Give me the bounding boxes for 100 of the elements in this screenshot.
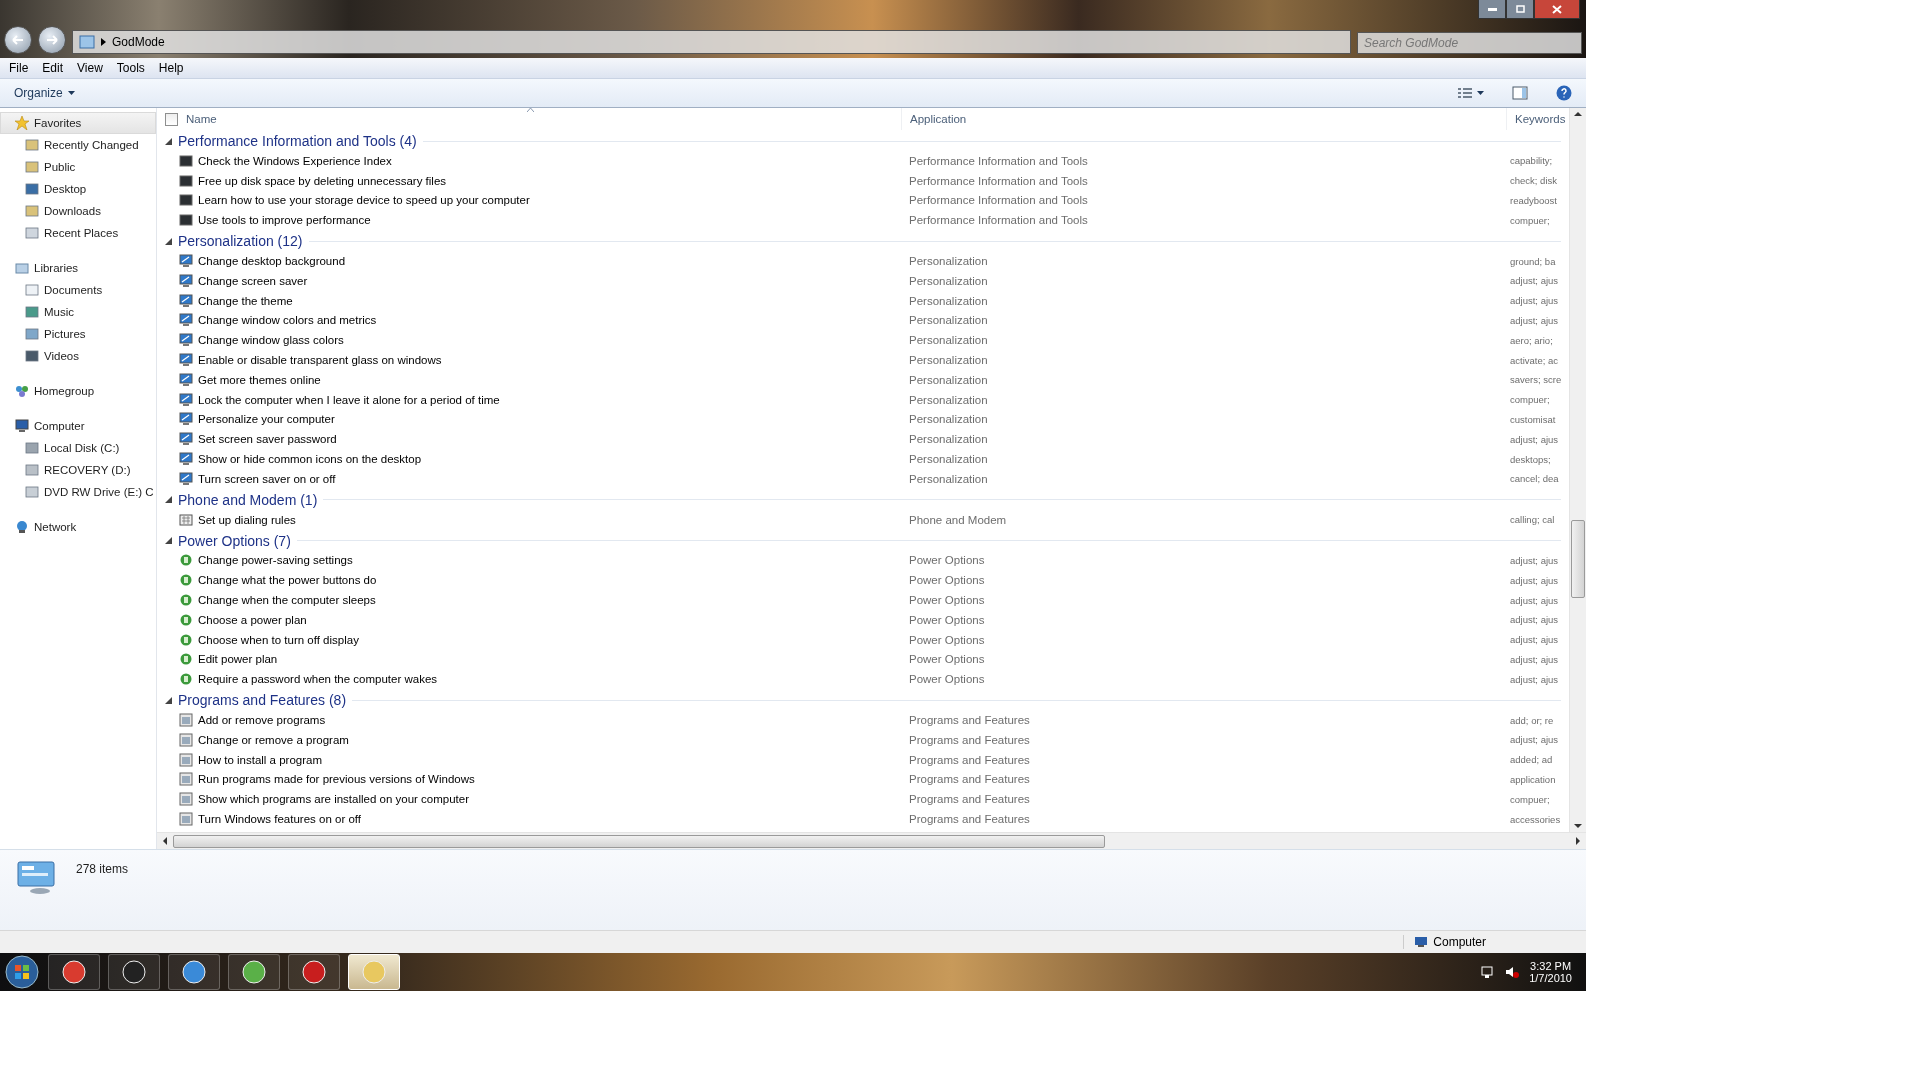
group-header[interactable]: Programs and Features (8) xyxy=(178,692,347,709)
monitor-icon xyxy=(179,392,193,407)
item-name[interactable]: Edit power plan xyxy=(198,653,278,666)
item-name[interactable]: Get more themes online xyxy=(198,373,321,386)
taskbar-button[interactable] xyxy=(288,954,340,990)
homegroup-icon xyxy=(15,384,29,398)
item-name[interactable]: Set screen saver password xyxy=(198,433,337,446)
application-cell-text: Power Options xyxy=(908,633,986,646)
keywords-cell-text: savers; scre xyxy=(1509,374,1563,386)
keywords-cell-text: activate; ac xyxy=(1509,354,1560,366)
group-header[interactable]: Power Options (7) xyxy=(178,532,291,549)
select-all-checkbox[interactable] xyxy=(165,112,178,126)
minimize-button[interactable] xyxy=(1478,0,1506,19)
group-header[interactable]: Performance Information and Tools (4) xyxy=(178,133,417,149)
application-cell-text: Personalization xyxy=(908,255,989,268)
sidebar-item[interactable]: Libraries xyxy=(0,257,156,279)
item-name[interactable]: Set up dialing rules xyxy=(198,513,296,526)
folder-icon xyxy=(25,204,39,218)
item-name[interactable]: Run programs made for previous versions of Windows xyxy=(198,773,475,786)
maximize-button[interactable] xyxy=(1506,0,1534,19)
taskbar-button[interactable] xyxy=(228,954,280,990)
sidebar-item[interactable]: Pictures xyxy=(0,323,156,345)
start-button[interactable] xyxy=(4,954,40,990)
speaker-icon[interactable] xyxy=(1505,965,1520,979)
phone-icon xyxy=(179,512,193,527)
item-name[interactable]: Change power-saving settings xyxy=(198,554,353,567)
scroll-thumb[interactable] xyxy=(1571,520,1585,598)
vertical-scrollbar[interactable] xyxy=(1569,108,1586,832)
item-name[interactable]: Choose when to turn off display xyxy=(198,633,359,646)
sidebar-item[interactable]: RECOVERY (D:) xyxy=(0,459,156,481)
collapse-icon[interactable] xyxy=(165,496,172,504)
search-field[interactable]: Search GodMode xyxy=(1357,32,1582,54)
taskbar-button[interactable] xyxy=(48,954,100,990)
item-name[interactable]: Change window colors and metrics xyxy=(198,314,377,327)
sidebar-item[interactable]: Local Disk (C:) xyxy=(0,437,156,459)
taskbar-button[interactable] xyxy=(168,954,220,990)
menu-item[interactable]: Tools xyxy=(109,61,152,75)
sidebar-item[interactable]: Desktop xyxy=(0,178,156,200)
item-name[interactable]: Check the Windows Experience Index xyxy=(198,154,392,167)
item-name[interactable]: Change what the power buttons do xyxy=(198,574,377,587)
back-button[interactable] xyxy=(4,26,32,54)
menu-item[interactable]: File xyxy=(2,61,36,75)
column-header[interactable]: Keywords xyxy=(1515,113,1566,125)
forward-button[interactable] xyxy=(38,26,66,54)
item-name[interactable]: Use tools to improve performance xyxy=(198,214,371,227)
sidebar-item[interactable]: Network xyxy=(0,516,156,538)
item-name[interactable]: Show or hide common icons on the desktop xyxy=(198,453,422,466)
scroll-thumb[interactable] xyxy=(173,834,1105,848)
item-name[interactable]: Free up disk space by deleting unnecessary files xyxy=(198,174,447,187)
item-name[interactable]: Add or remove programs xyxy=(198,714,326,726)
sidebar-item[interactable]: Homegroup xyxy=(0,380,156,402)
sidebar-item[interactable]: Recently Changed xyxy=(0,134,156,156)
item-name[interactable]: Choose a power plan xyxy=(198,613,307,626)
collapse-icon[interactable] xyxy=(165,237,172,245)
scroll-left-icon[interactable] xyxy=(161,837,167,845)
taskbar-button[interactable] xyxy=(108,954,160,990)
item-name[interactable]: Turn screen saver on or off xyxy=(198,472,336,485)
collapse-icon[interactable] xyxy=(165,537,172,545)
item-name[interactable]: Change the theme xyxy=(198,294,293,307)
item-name[interactable]: Enable or disable transparent glass on windows xyxy=(198,354,442,367)
organize-button[interactable]: Organize xyxy=(8,84,81,102)
sidebar-item[interactable]: Documents xyxy=(0,279,156,301)
monitor-icon xyxy=(179,353,193,368)
minimize-icon xyxy=(1487,7,1497,11)
item-name[interactable]: Lock the computer when I leave it alone for a period of time xyxy=(198,393,500,406)
item-name[interactable]: Turn Windows features on or off xyxy=(198,813,361,825)
item-name[interactable]: Require a password when the computer wakes xyxy=(198,673,438,686)
address-bar[interactable]: GodMode xyxy=(72,30,1351,54)
sidebar-item[interactable]: Music xyxy=(0,301,156,323)
network-icon[interactable] xyxy=(1481,965,1496,979)
item-name[interactable]: Change or remove a program xyxy=(198,733,349,746)
sidebar-item[interactable]: Computer xyxy=(0,415,156,437)
item-name[interactable]: Learn how to use your storage device to speed up your computer xyxy=(198,194,530,207)
sidebar-item[interactable]: Downloads xyxy=(0,200,156,222)
sidebar-item[interactable]: DVD RW Drive (E:) C xyxy=(0,481,156,503)
close-button[interactable] xyxy=(1534,0,1580,19)
item-name[interactable]: Change window glass colors xyxy=(198,334,344,347)
sidebar-item[interactable]: Recent Places xyxy=(0,222,156,244)
clock[interactable]: 3:32 PM 1/7/2010 xyxy=(1529,960,1572,984)
sidebar-item[interactable]: Videos xyxy=(0,345,156,367)
application-cell-text: Personalization xyxy=(908,314,989,327)
item-name[interactable]: How to install a program xyxy=(198,753,322,766)
item-name[interactable]: Personalize your computer xyxy=(198,413,335,426)
column-header[interactable]: Application xyxy=(910,113,967,125)
group-header[interactable]: Personalization (12) xyxy=(178,233,303,250)
horizontal-scrollbar[interactable] xyxy=(157,832,1586,849)
collapse-icon[interactable] xyxy=(165,137,172,145)
item-name[interactable]: Change screen saver xyxy=(198,274,308,287)
menu-item[interactable]: Edit xyxy=(35,61,71,75)
item-name[interactable]: Show which programs are installed on your computer xyxy=(198,793,470,806)
menu-item[interactable]: View xyxy=(70,61,110,75)
column-header[interactable]: Name xyxy=(186,113,217,125)
item-name[interactable]: Change desktop background xyxy=(198,255,346,268)
group-header[interactable]: Phone and Modem (1) xyxy=(178,491,318,508)
collapse-icon[interactable] xyxy=(165,696,172,704)
scroll-right-icon[interactable] xyxy=(1576,837,1582,845)
menu-item[interactable]: Help xyxy=(151,61,191,75)
sidebar-item[interactable]: Favorites xyxy=(0,112,156,134)
item-name[interactable]: Change when the computer sleeps xyxy=(198,594,376,607)
sidebar-item[interactable]: Public xyxy=(0,156,156,178)
